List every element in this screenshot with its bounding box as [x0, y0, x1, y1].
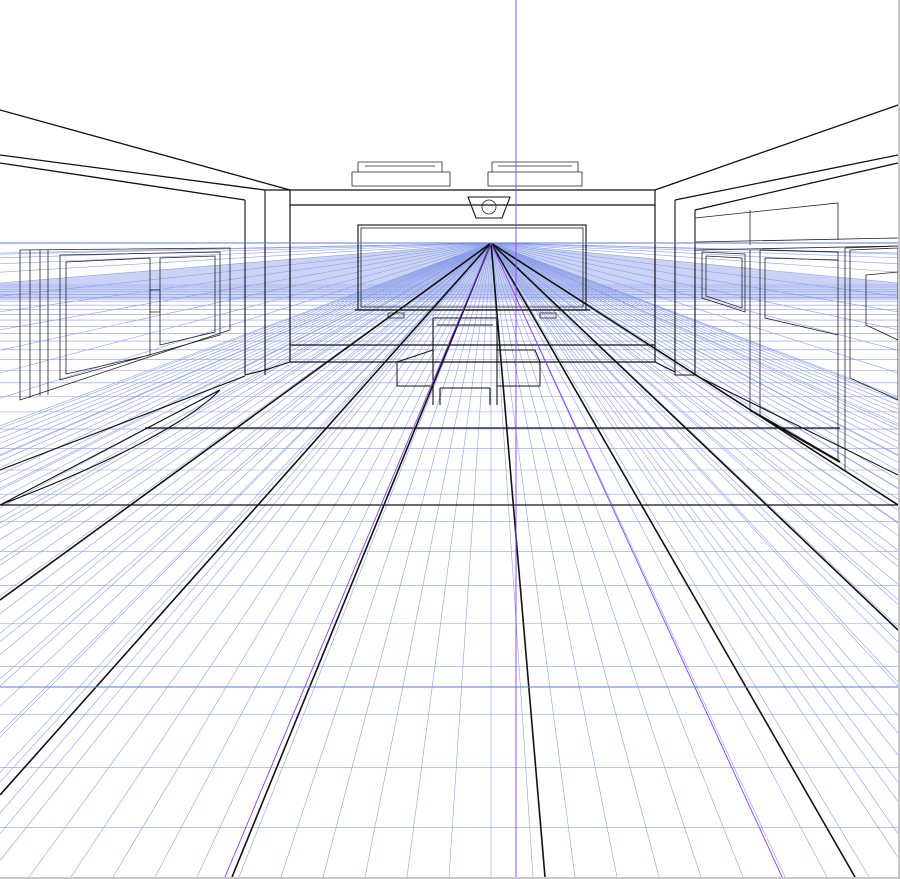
floor-aisle-line — [490, 242, 546, 877]
grid-radial-line — [490, 242, 576, 877]
floor-perspective-grid — [0, 242, 898, 877]
right-floor-edge — [694, 374, 898, 476]
right-vanishing-guide — [490, 242, 783, 877]
right-ceiling-beam — [654, 104, 898, 211]
right-upper-panel — [694, 202, 839, 245]
drawing-canvas[interactable] — [0, 0, 900, 879]
left-ceiling-beam — [0, 109, 291, 201]
grid-radial-line — [406, 242, 492, 877]
grid-radial-line — [490, 242, 702, 877]
grid-radial-line — [28, 242, 492, 877]
ceiling-light-right — [487, 161, 583, 187]
grid-radial-line — [490, 242, 828, 877]
perspective-drawing — [0, 0, 898, 877]
ceiling-light-left — [351, 161, 451, 187]
grid-radial-line — [448, 242, 492, 877]
